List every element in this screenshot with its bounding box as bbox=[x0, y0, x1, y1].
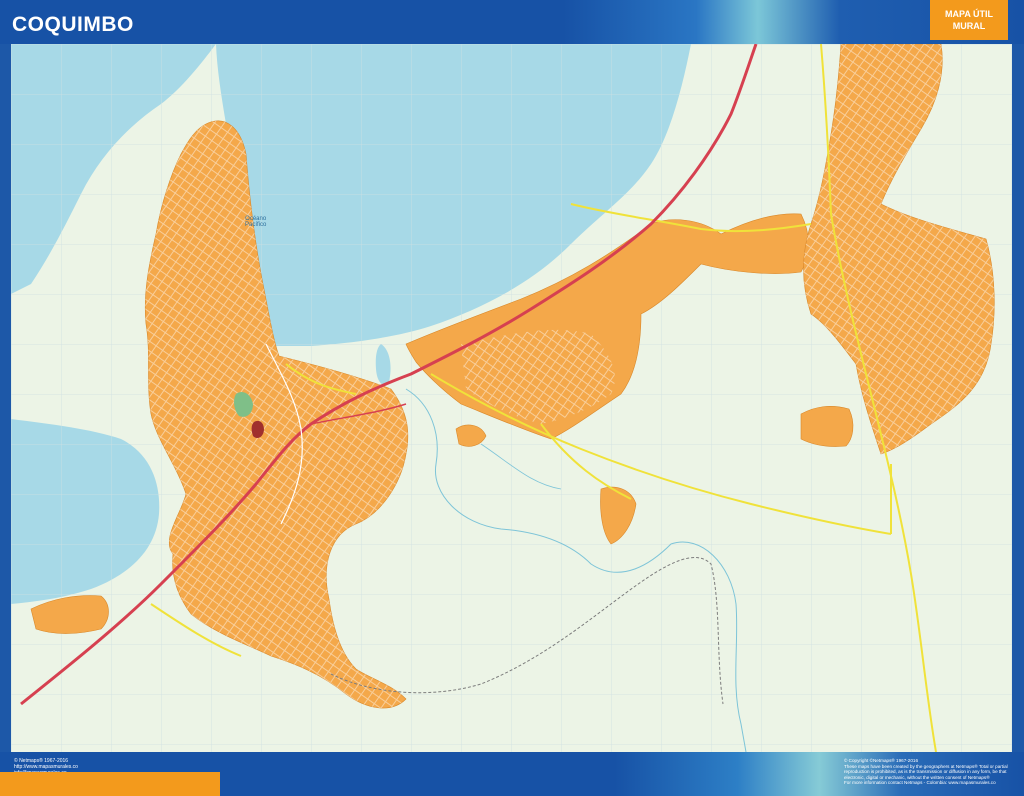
map-canvas[interactable]: Océano Pacífico bbox=[11, 44, 1012, 752]
header-bar: COQUIMBO MAPA ÚTIL MURAL bbox=[0, 0, 1024, 44]
brand-line-2: MURAL bbox=[952, 21, 986, 31]
ocean-label-line-2: Pacífico bbox=[245, 222, 267, 228]
ocean-label: Océano Pacífico bbox=[245, 216, 266, 228]
footer-copyright: © Copyright ©Netmaps® 1967-2016 These ma… bbox=[844, 758, 1020, 786]
footer-right-line-3: reproduction is prohibited, as is the tr… bbox=[844, 769, 1007, 775]
footer-accent bbox=[0, 772, 220, 796]
brand-line-1: MAPA ÚTIL bbox=[945, 9, 993, 19]
map-title: COQUIMBO bbox=[12, 13, 134, 36]
urban-la-serena-south bbox=[800, 405, 854, 447]
footer-right-line-5: For more information contact Netmaps - C… bbox=[844, 780, 996, 786]
brand-logo: MAPA ÚTIL MURAL bbox=[930, 0, 1008, 40]
map-svg bbox=[11, 44, 1012, 752]
